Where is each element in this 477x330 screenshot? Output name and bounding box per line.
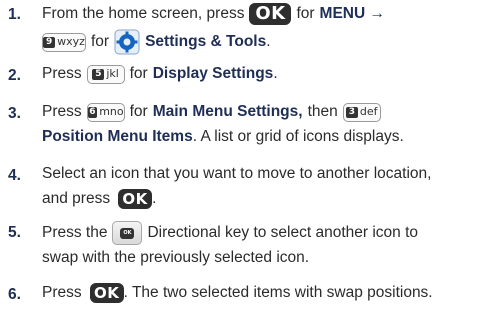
key-5-icon: 5 jkl [86, 64, 125, 84]
menu-label: MENU → [319, 5, 385, 22]
step-text: . The two selected items with swap posit… [123, 284, 433, 301]
step-number: 5. [8, 224, 21, 241]
ok-key-icon: OK [118, 189, 153, 209]
step-text: Press [42, 65, 82, 82]
step-6-line-1: Press OK . The two selected items with s… [42, 283, 433, 303]
step-text: Directional key to select another icon t… [147, 224, 419, 241]
step-text: Press [42, 284, 82, 301]
step-3-line-2: Position Menu Items. A list or grid of i… [42, 127, 404, 147]
step-text: and press [42, 190, 111, 207]
step-text: Select an icon that you want to move to … [42, 165, 432, 182]
step-text: then [307, 103, 338, 120]
step-text: for [91, 33, 110, 50]
ok-key-icon: OK [89, 283, 124, 303]
display-settings-label: Display Settings [152, 65, 274, 82]
step-5-line-1: Press the OK Directional key to select a… [42, 221, 418, 245]
step-text: swap with the previously selected icon. [42, 249, 310, 266]
step-4-line-2: and press OK. [42, 189, 157, 209]
step-2-line-1: Press 5 jkl for Display Settings. [42, 64, 278, 84]
step-text: for [296, 5, 315, 22]
step-number: 6. [8, 286, 21, 303]
step-number: 1. [8, 6, 21, 23]
directional-key-icon: OK [112, 221, 143, 245]
step-5-line-2: swap with the previously selected icon. [42, 248, 309, 268]
step-text: From the home screen, press [42, 5, 245, 22]
main-menu-settings-label: Main Menu Settings, [152, 103, 303, 120]
step-number: 3. [8, 105, 21, 122]
step-text: for [129, 65, 148, 82]
step-1-line-2: 9 wxyz for Settings & Tools. [42, 29, 271, 55]
key-3-icon: 3 def [342, 102, 381, 122]
position-menu-items-label: Position Menu Items [42, 128, 193, 145]
step-4-line-1: Select an icon that you want to move to … [42, 164, 431, 184]
step-text: . A list or grid of icons displays. [192, 128, 404, 145]
key-6-icon: 6 mno [86, 102, 125, 122]
step-text: Press [42, 103, 82, 120]
key-9-icon: 9 wxyz [42, 32, 86, 52]
ok-key-icon: OK [249, 3, 292, 25]
step-1-line-1: From the home screen, press OK for MENU … [42, 3, 385, 25]
settings-gear-icon [114, 29, 140, 55]
step-number: 2. [8, 67, 21, 84]
step-3-line-1: Press 6 mno for Main Menu Settings, then … [42, 102, 381, 122]
step-text: Press the [42, 224, 108, 241]
step-number: 4. [8, 167, 21, 184]
step-text: for [129, 103, 148, 120]
settings-tools-label: Settings & Tools [145, 33, 267, 50]
